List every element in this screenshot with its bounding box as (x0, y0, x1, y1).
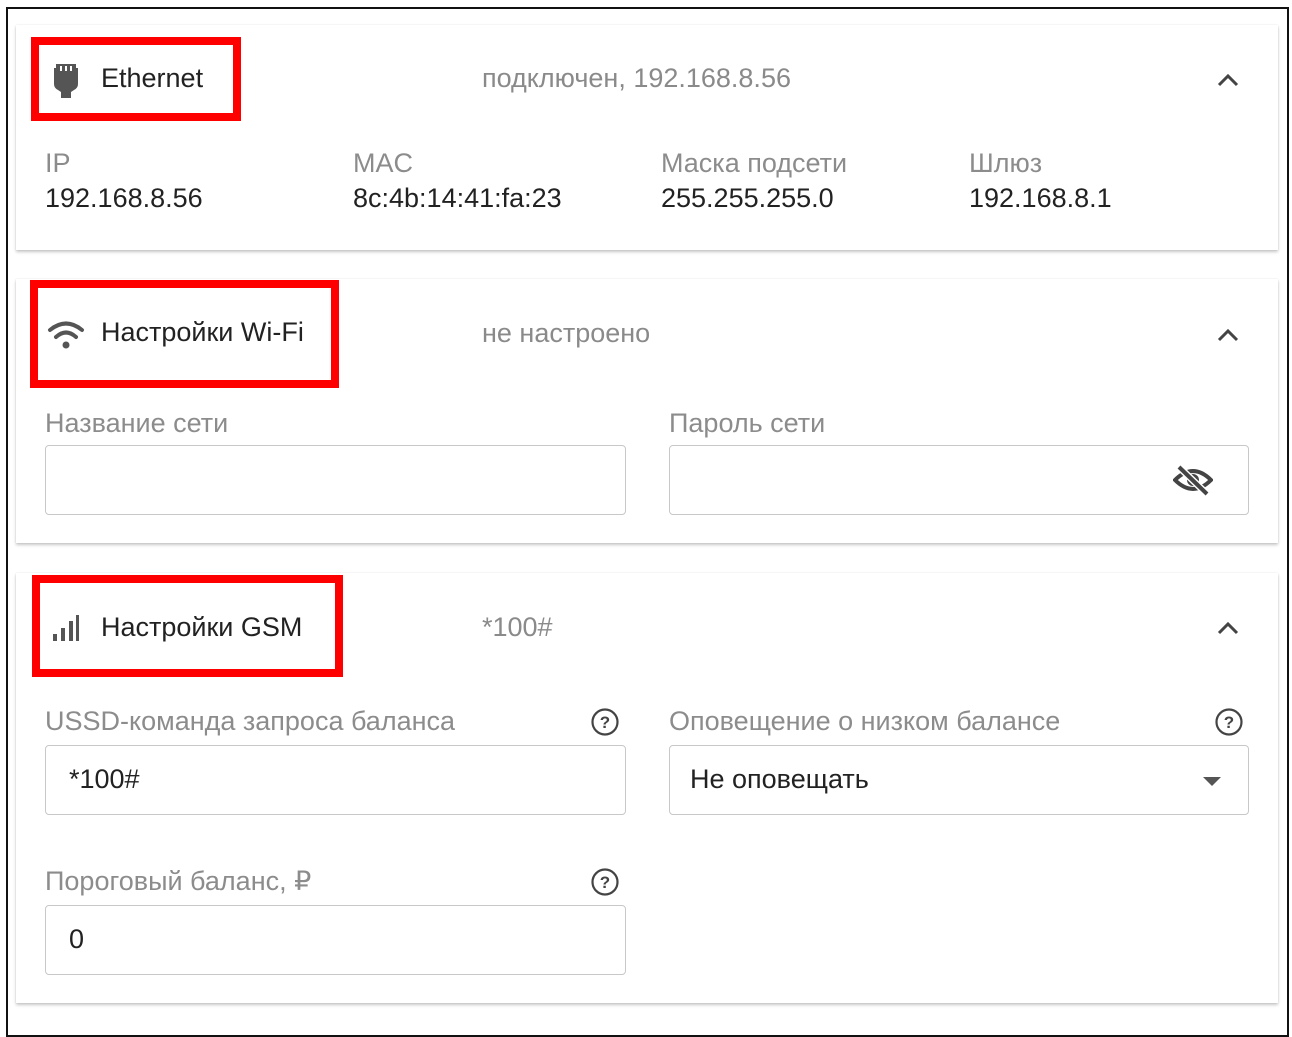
network-password-label: Пароль сети (669, 408, 826, 438)
subnet-mask-value: 255.255.255.0 (661, 183, 834, 213)
ethernet-plug-icon (54, 64, 78, 98)
network-name-label: Название сети (45, 408, 229, 438)
gateway-label: Шлюз (969, 148, 1043, 178)
threshold-balance-input[interactable]: 0 (45, 905, 626, 975)
threshold-balance-value: 0 (69, 924, 85, 954)
low-balance-alert-selected: Не оповещать (690, 764, 869, 794)
ip-value: 192.168.8.56 (45, 183, 203, 213)
ethernet-panel: Ethernet подключен, 192.168.8.56 IP 192.… (16, 25, 1278, 250)
mac-label: MAC (353, 148, 413, 178)
svg-text:?: ? (600, 873, 610, 892)
wifi-title: Настройки Wi-Fi (101, 317, 304, 347)
ussd-value: *100# (69, 764, 140, 794)
gateway-value: 192.168.8.1 (969, 183, 1112, 213)
gsm-title: Настройки GSM (101, 612, 303, 642)
subnet-mask-label: Маска подсети (661, 148, 848, 178)
ussd-input[interactable]: *100# (45, 745, 626, 815)
svg-text:?: ? (600, 713, 610, 732)
threshold-balance-label: Пороговый баланс, ₽ (45, 866, 312, 896)
ussd-label: USSD-команда запроса баланса (45, 706, 456, 736)
wifi-panel: Настройки Wi-Fi не настроено Название се… (16, 279, 1278, 543)
chevron-up-icon[interactable] (1215, 322, 1241, 348)
help-icon[interactable]: ? (1214, 707, 1244, 737)
ethernet-title: Ethernet (101, 63, 204, 93)
signal-bars-icon (53, 615, 79, 641)
network-password-input[interactable] (669, 445, 1249, 515)
mac-value: 8c:4b:14:41:fa:23 (353, 183, 562, 213)
chevron-up-icon[interactable] (1215, 67, 1241, 93)
svg-text:?: ? (1224, 713, 1234, 732)
wifi-icon (48, 321, 84, 349)
low-balance-alert-select[interactable]: Не оповещать (669, 745, 1249, 815)
help-icon[interactable]: ? (590, 707, 620, 737)
low-balance-alert-label: Оповещение о низком балансе (669, 706, 1061, 736)
dropdown-arrow-icon[interactable] (1202, 776, 1222, 788)
chevron-up-icon[interactable] (1215, 615, 1241, 641)
gsm-panel: Настройки GSM *100# USSD-команда запроса… (16, 573, 1278, 1003)
gsm-status: *100# (482, 612, 553, 642)
eye-off-icon[interactable] (1173, 464, 1213, 496)
wifi-status: не настроено (482, 318, 651, 348)
help-icon[interactable]: ? (590, 867, 620, 897)
network-name-input[interactable] (45, 445, 626, 515)
ethernet-status: подключен, 192.168.8.56 (482, 63, 791, 93)
ip-label: IP (45, 148, 71, 178)
